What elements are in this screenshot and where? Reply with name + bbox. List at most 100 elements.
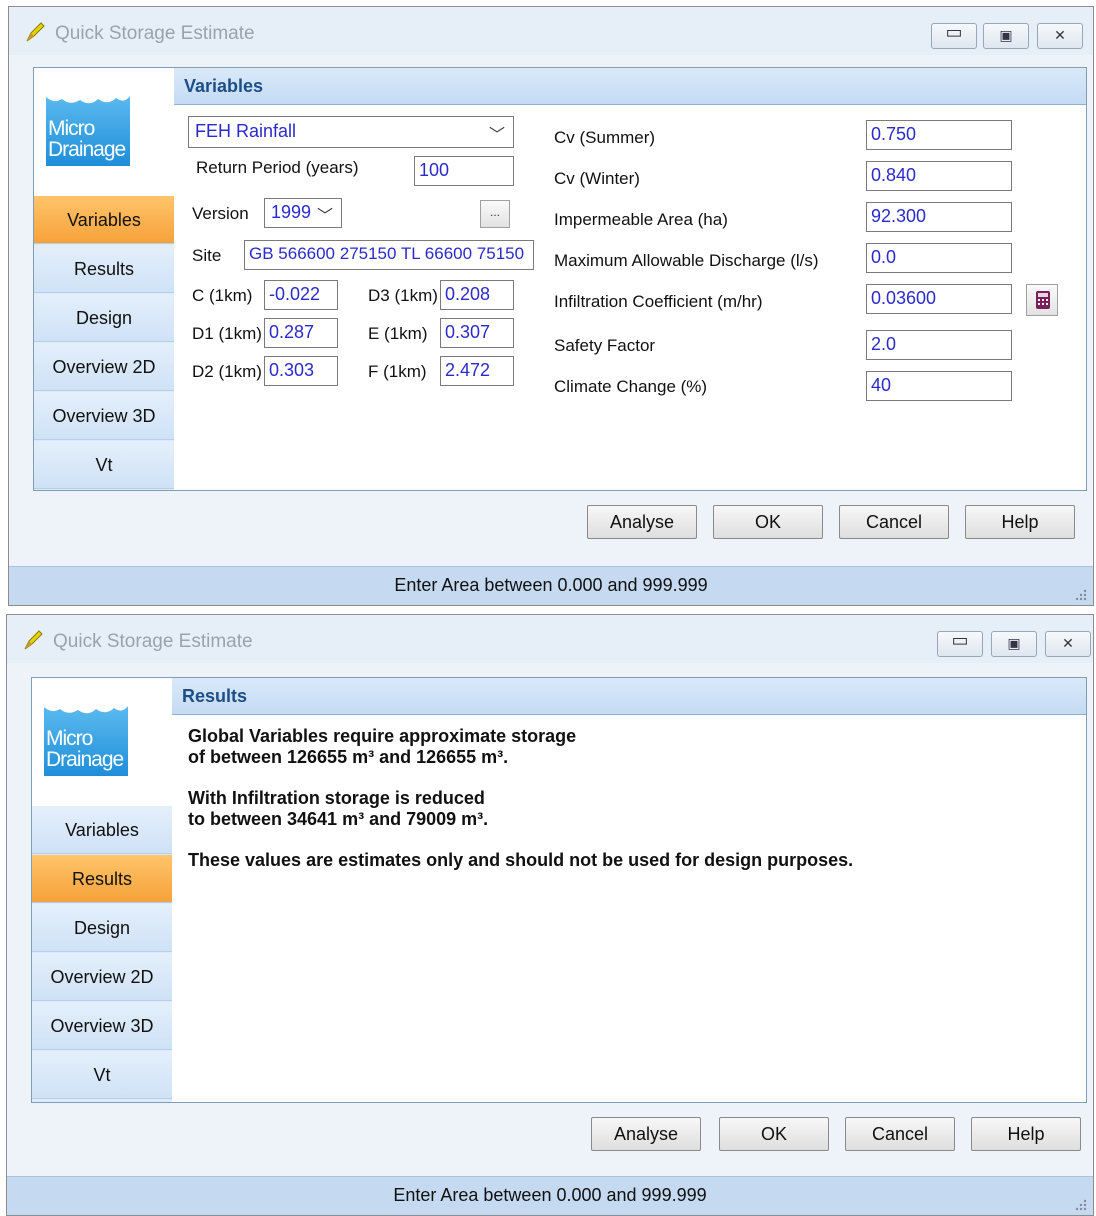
cancel-button[interactable]: Cancel bbox=[845, 1117, 955, 1151]
logo-text-line2: Drainage bbox=[48, 138, 126, 161]
nav-design[interactable]: Design bbox=[34, 294, 174, 342]
e-1km-input[interactable]: 0.307 bbox=[440, 318, 514, 348]
logo-text-line2: Drainage bbox=[46, 748, 124, 771]
impermeable-area-input[interactable]: 92.300 bbox=[866, 202, 1012, 232]
d1-1km-label: D1 (1km) bbox=[192, 324, 262, 343]
cloud-icon bbox=[44, 692, 128, 714]
pencil-icon bbox=[26, 22, 45, 42]
c-1km-label: C (1km) bbox=[192, 286, 253, 305]
rainfall-select[interactable]: FEH Rainfall ﹀ bbox=[188, 116, 514, 148]
nav-design[interactable]: Design bbox=[32, 904, 172, 952]
d3-1km-input[interactable]: 0.208 bbox=[440, 280, 514, 310]
sidebar: Micro Drainage Variables Results Design … bbox=[34, 68, 175, 490]
minimize-button[interactable]: ▭ bbox=[937, 630, 983, 657]
results-line-1: Global Variables require approximate sto… bbox=[188, 726, 577, 746]
d1-1km-input[interactable]: 0.287 bbox=[264, 318, 338, 348]
results-text: Global Variables require approximate sto… bbox=[188, 726, 853, 891]
logo-box: Micro Drainage bbox=[34, 68, 174, 197]
results-line-2: of between 126655 m³ and 126655 m³. bbox=[188, 747, 509, 767]
c-1km-input[interactable]: -0.022 bbox=[264, 280, 338, 310]
results-line-3: With Infiltration storage is reduced bbox=[188, 788, 485, 808]
nav-variables[interactable]: Variables bbox=[34, 196, 174, 244]
cv-summer-label: Cv (Summer) bbox=[554, 128, 656, 147]
nav-overview-3d[interactable]: Overview 3D bbox=[34, 392, 174, 440]
results-panel: Results Global Variables require approxi… bbox=[172, 678, 1086, 1102]
resize-grip-icon[interactable] bbox=[1073, 587, 1087, 601]
browse-button[interactable]: ... bbox=[480, 200, 510, 228]
chevron-down-icon: ﹀ bbox=[488, 127, 505, 144]
chevron-down-icon: ﹀ bbox=[316, 208, 333, 225]
f-1km-input[interactable]: 2.472 bbox=[440, 356, 514, 386]
title-bar[interactable]: Quick Storage Estimate ▭ ▣ ✕ bbox=[7, 615, 1093, 663]
ok-button[interactable]: OK bbox=[719, 1117, 829, 1151]
analyse-button[interactable]: Analyse bbox=[591, 1117, 701, 1151]
logo-text-line1: Micro bbox=[48, 117, 95, 140]
site-label: Site bbox=[192, 246, 222, 265]
sidebar: Micro Drainage Variables Results Design … bbox=[32, 678, 173, 1102]
pencil-icon bbox=[24, 630, 43, 650]
cv-winter-label: Cv (Winter) bbox=[554, 169, 640, 188]
nav-overview-2d[interactable]: Overview 2D bbox=[34, 343, 174, 391]
status-bar: Enter Area between 0.000 and 999.999 bbox=[7, 1176, 1093, 1215]
calculator-button[interactable] bbox=[1026, 284, 1058, 316]
infiltration-coefficient-label: Infiltration Coefficient (m/hr) bbox=[554, 292, 763, 311]
maximize-button[interactable]: ▣ bbox=[991, 631, 1037, 657]
help-button[interactable]: Help bbox=[965, 505, 1075, 539]
nav-overview-3d[interactable]: Overview 3D bbox=[32, 1002, 172, 1050]
close-icon: ✕ bbox=[1062, 635, 1074, 651]
nav-overview-2d[interactable]: Overview 2D bbox=[32, 953, 172, 1001]
cancel-button[interactable]: Cancel bbox=[839, 505, 949, 539]
title-bar[interactable]: Quick Storage Estimate ▭ ▣ ✕ bbox=[9, 7, 1093, 55]
max-discharge-input[interactable]: 0.0 bbox=[866, 243, 1012, 273]
variables-panel: Variables FEH Rainfall ﹀ Return Period (… bbox=[174, 68, 1086, 490]
client-area: Micro Drainage Variables Results Design … bbox=[31, 677, 1087, 1103]
version-select[interactable]: 1999 ﹀ bbox=[264, 198, 342, 228]
window-title: Quick Storage Estimate bbox=[55, 23, 255, 44]
help-button[interactable]: Help bbox=[971, 1117, 1081, 1151]
rainfall-select-value: FEH Rainfall bbox=[195, 121, 297, 141]
ok-button[interactable]: OK bbox=[713, 505, 823, 539]
panel-header: Results bbox=[172, 678, 1086, 715]
close-button[interactable]: ✕ bbox=[1045, 631, 1091, 657]
nav-results[interactable]: Results bbox=[32, 855, 172, 903]
minimize-button[interactable]: ▭ bbox=[931, 22, 977, 49]
close-icon: ✕ bbox=[1054, 27, 1066, 43]
close-button[interactable]: ✕ bbox=[1037, 23, 1083, 49]
resize-grip-icon[interactable] bbox=[1073, 1197, 1087, 1211]
d3-1km-label: D3 (1km) bbox=[368, 286, 438, 305]
cv-winter-input[interactable]: 0.840 bbox=[866, 161, 1012, 191]
micro-drainage-logo: Micro Drainage bbox=[46, 82, 130, 166]
minimize-icon: ▭ bbox=[951, 630, 969, 650]
status-text: Enter Area between 0.000 and 999.999 bbox=[394, 575, 708, 595]
climate-change-label: Climate Change (%) bbox=[554, 377, 708, 396]
nav-vt[interactable]: Vt bbox=[32, 1051, 172, 1099]
panel-title: Variables bbox=[184, 76, 264, 96]
cv-summer-input[interactable]: 0.750 bbox=[866, 120, 1012, 150]
site-input[interactable]: GB 566600 275150 TL 66600 75150 bbox=[244, 240, 534, 270]
nav-results[interactable]: Results bbox=[34, 245, 174, 293]
analyse-button[interactable]: Analyse bbox=[587, 505, 697, 539]
d2-1km-label: D2 (1km) bbox=[192, 362, 262, 381]
nav-variables[interactable]: Variables bbox=[32, 806, 172, 854]
nav-vt[interactable]: Vt bbox=[34, 441, 174, 489]
return-period-input[interactable]: 100 bbox=[414, 156, 514, 186]
quick-storage-window-variables: Quick Storage Estimate ▭ ▣ ✕ Micro Drain… bbox=[8, 6, 1094, 606]
window-title: Quick Storage Estimate bbox=[53, 631, 253, 652]
safety-factor-input[interactable]: 2.0 bbox=[866, 330, 1012, 360]
maximize-icon: ▣ bbox=[999, 27, 1013, 43]
d2-1km-input[interactable]: 0.303 bbox=[264, 356, 338, 386]
maximize-button[interactable]: ▣ bbox=[983, 23, 1029, 49]
climate-change-input[interactable]: 40 bbox=[866, 371, 1012, 401]
infiltration-coefficient-input[interactable]: 0.03600 bbox=[866, 284, 1012, 314]
impermeable-area-label: Impermeable Area (ha) bbox=[554, 210, 728, 229]
quick-storage-window-results: Quick Storage Estimate ▭ ▣ ✕ Micro Drain… bbox=[6, 614, 1094, 1216]
version-select-value: 1999 bbox=[271, 202, 312, 222]
e-1km-label: E (1km) bbox=[368, 324, 428, 343]
micro-drainage-logo: Micro Drainage bbox=[44, 692, 128, 776]
logo-box: Micro Drainage bbox=[32, 678, 172, 807]
minimize-icon: ▭ bbox=[945, 22, 963, 42]
return-period-label: Return Period (years) bbox=[196, 158, 359, 177]
safety-factor-label: Safety Factor bbox=[554, 336, 656, 355]
version-label: Version bbox=[192, 204, 249, 223]
status-text: Enter Area between 0.000 and 999.999 bbox=[393, 1185, 707, 1205]
